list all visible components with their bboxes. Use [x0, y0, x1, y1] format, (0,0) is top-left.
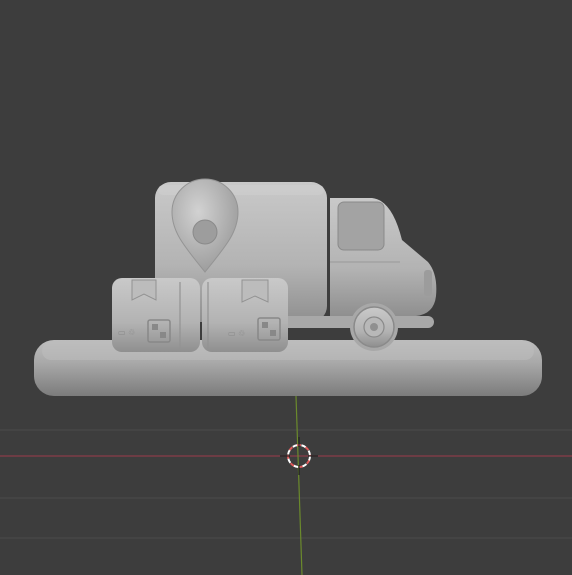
base-platform[interactable]	[34, 340, 542, 396]
y-axis-line	[295, 395, 303, 575]
svg-text:▭ ♲: ▭ ♲	[228, 329, 245, 338]
viewport-canvas: ▭ ♲ ▭ ♲	[0, 178, 572, 575]
3d-viewport[interactable]: ▭ ♲ ▭ ♲	[0, 0, 572, 575]
svg-text:▭ ♲: ▭ ♲	[118, 328, 135, 337]
truck-wheel	[350, 303, 398, 351]
cardboard-box-right[interactable]: ▭ ♲	[202, 278, 288, 352]
grid-floor	[0, 429, 572, 539]
cardboard-box-left[interactable]: ▭ ♲	[112, 278, 200, 352]
